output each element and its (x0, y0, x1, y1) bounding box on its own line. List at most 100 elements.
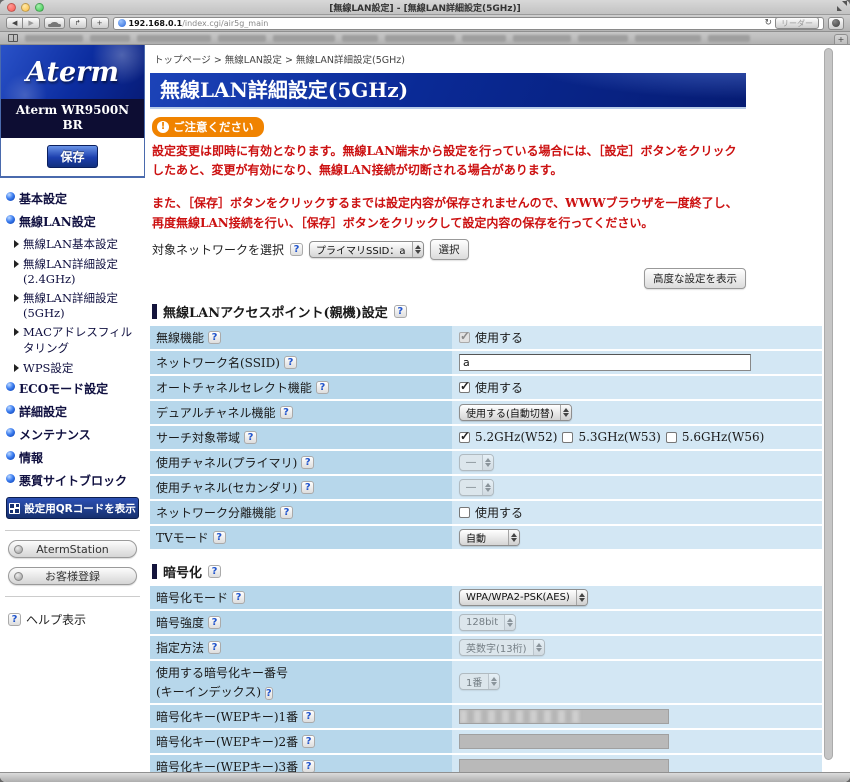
section-bar (152, 563, 157, 579)
breadcrumb[interactable]: トップページ > 無線LAN設定 > 無線LAN詳細設定(5GHz) (150, 45, 850, 66)
help-icon[interactable]: ? (290, 242, 304, 256)
band-w53-checkbox[interactable] (562, 431, 574, 443)
sidebar-item-mac-filtering[interactable]: MACアドレスフィルタリング (14, 324, 141, 356)
bookmark-item-blurred[interactable] (90, 34, 130, 42)
help-icon[interactable]: ? (244, 430, 258, 444)
help-icon[interactable]: ? (208, 330, 222, 344)
help-icon[interactable]: ? (279, 405, 293, 419)
sidebar-item-eco-mode[interactable]: ECOモード設定 (6, 380, 141, 397)
encryption-mode-dropdown[interactable]: WPA/WPA2-PSK(AES) (459, 588, 588, 606)
popup-arrows-icon (488, 674, 500, 690)
bookmarks-bar: + (0, 32, 850, 45)
help-display-link[interactable]: ? ヘルプ表示 (8, 611, 145, 628)
notice-badge: ! ご注意ください (152, 117, 264, 137)
bookmark-item-blurred[interactable] (137, 34, 211, 42)
arrow-icon (14, 260, 19, 268)
advanced-settings-button[interactable]: 高度な設定を表示 (644, 267, 746, 289)
help-icon[interactable]: ? (212, 530, 226, 544)
tv-mode-dropdown[interactable]: 自動 (459, 528, 520, 546)
help-icon[interactable]: ? (208, 564, 222, 578)
customer-registration-button[interactable]: お客様登録 (8, 567, 137, 585)
help-icon[interactable]: ? (302, 734, 316, 748)
forward-button[interactable]: ▶ (23, 17, 40, 29)
sidebar-item-detail-settings[interactable]: 詳細設定 (6, 403, 141, 420)
bookmarks-icon[interactable] (8, 34, 18, 42)
help-icon[interactable]: ? (283, 355, 297, 369)
network-separation-checkbox[interactable] (459, 506, 470, 518)
save-area: 保存 (1, 138, 144, 176)
table-row: ネットワーク分離機能? 使用する (150, 500, 822, 524)
help-icon[interactable]: ? (208, 640, 222, 654)
address-bar[interactable]: 192.168.0.1/index.cgi/air5g_main ↻ リーダー (112, 16, 824, 30)
refresh-icon[interactable]: ↻ (764, 18, 772, 28)
qr-code-button[interactable]: 設定用QRコードを表示 (6, 497, 139, 519)
back-button[interactable]: ◀ (6, 17, 24, 29)
reader-button[interactable]: リーダー (775, 17, 819, 29)
add-button[interactable]: + (90, 17, 109, 29)
sidebar-item-wlan-detail-5ghz[interactable]: 無線LAN詳細設定(5GHz) (14, 290, 141, 320)
bookmark-item-blurred[interactable] (385, 34, 455, 42)
help-icon[interactable]: ? (301, 480, 315, 494)
page-title: 無線LAN詳細設定(5GHz) (150, 73, 746, 107)
downloads-button[interactable] (828, 16, 844, 30)
arrow-icon (14, 364, 19, 372)
network-select-row: 対象ネットワークを選択 ? プライマリSSID：a 選択 (152, 238, 850, 260)
band-w52-checkbox[interactable] (459, 429, 470, 443)
share-button[interactable]: ↱ (68, 17, 87, 29)
ssid-input[interactable] (459, 353, 751, 371)
secondary-channel-dropdown: ― (459, 478, 494, 496)
save-button[interactable]: 保存 (47, 145, 98, 168)
bookmark-item-blurred[interactable] (342, 34, 378, 42)
scrollbar-thumb[interactable] (824, 48, 833, 760)
table-row: 暗号化キー(WEPキー)2番? (150, 729, 822, 753)
popup-arrows-icon (504, 614, 516, 630)
table-row: ネットワーク名(SSID)? (150, 350, 822, 374)
top-sites-button[interactable] (43, 17, 65, 29)
bookmark-item-blurred[interactable] (25, 34, 83, 42)
bookmark-item-blurred[interactable] (708, 34, 750, 42)
network-select-dropdown[interactable]: プライマリSSID：a (309, 240, 424, 258)
sidebar-item-wlan-basic[interactable]: 無線LAN基本設定 (14, 236, 141, 252)
help-icon[interactable]: ? (393, 304, 407, 318)
help-icon[interactable]: ? (208, 615, 222, 629)
section-bar (152, 303, 157, 319)
bookmark-item-blurred[interactable] (462, 34, 506, 42)
model-line1: Aterm WR9500N (15, 103, 130, 117)
model-line2: BR (62, 118, 83, 132)
window-bottom-bar (0, 772, 850, 782)
help-icon[interactable]: ? (232, 590, 246, 604)
help-icon[interactable]: ? (302, 759, 316, 772)
title-bar: [無線LAN設定] - [無線LAN詳細設定(5GHz)] (0, 0, 850, 15)
sidebar-item-wps[interactable]: WPS設定 (14, 360, 141, 376)
bookmark-item-blurred[interactable] (635, 34, 701, 42)
advanced-row: 高度な設定を表示 (150, 267, 746, 289)
section-header-encryption: 暗号化 ? (152, 562, 850, 581)
bookmark-item-blurred[interactable] (578, 34, 628, 42)
sidebar-item-wlan-settings[interactable]: 無線LAN設定 (6, 213, 141, 230)
sidebar-item-wlan-detail-24ghz[interactable]: 無線LAN詳細設定(2.4GHz) (14, 256, 141, 286)
aterm-station-button[interactable]: AtermStation (8, 540, 137, 558)
bookmark-item-blurred[interactable] (513, 34, 571, 42)
help-icon[interactable]: ? (280, 505, 294, 519)
bookmark-item-blurred[interactable] (218, 34, 266, 42)
bookmark-item-blurred[interactable] (273, 34, 335, 42)
sidebar-item-basic-settings[interactable]: 基本設定 (6, 190, 141, 207)
help-icon[interactable]: ? (315, 380, 329, 394)
url-host: 192.168.0.1 (128, 18, 183, 28)
dual-channel-dropdown[interactable]: 使用する(自動切替) (459, 403, 572, 421)
help-icon[interactable]: ? (264, 686, 273, 700)
resize-icon[interactable] (837, 1, 847, 11)
band-w56-checkbox[interactable] (665, 431, 677, 443)
sidebar-item-site-block[interactable]: 悪質サイトブロック (6, 472, 141, 489)
sidebar-item-info[interactable]: 情報 (6, 449, 141, 466)
help-icon[interactable]: ? (302, 709, 316, 723)
bullet-icon (6, 382, 15, 391)
help-icon[interactable]: ? (301, 455, 315, 469)
table-row: 使用チャネル(セカンダリ)? ― (150, 475, 822, 499)
auto-channel-checkbox[interactable] (459, 379, 470, 393)
new-tab-button[interactable]: + (834, 34, 848, 44)
sidebar-item-maintenance[interactable]: メンテナンス (6, 426, 141, 443)
sidebar-nav: 基本設定 無線LAN設定 無線LAN基本設定 無線LAN詳細設定(2.4GHz)… (0, 178, 145, 489)
select-button[interactable]: 選択 (429, 238, 469, 260)
downloads-icon (832, 19, 840, 27)
